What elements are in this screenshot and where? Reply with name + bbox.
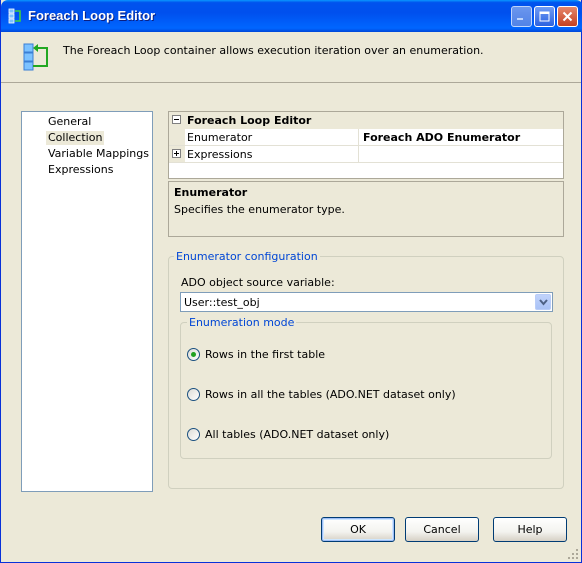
expand-icon[interactable] — [172, 149, 181, 158]
description-text: Specifies the enumerator type. — [174, 203, 345, 216]
chevron-down-icon — [539, 299, 548, 306]
foreach-loop-container-icon — [23, 43, 48, 71]
radio-button[interactable] — [187, 428, 200, 441]
dialog-window: Foreach Loop Editor The Foreach Loop con… — [0, 0, 582, 563]
property-grid: Foreach Loop Editor Enumerator Foreach A… — [168, 111, 564, 179]
maximize-icon — [539, 11, 550, 22]
nav-item-collection[interactable]: Collection — [46, 131, 105, 145]
dialog-description: The Foreach Loop container allows execut… — [63, 44, 484, 57]
grid-category-label: Foreach Loop Editor — [187, 114, 312, 127]
resize-grip-icon[interactable] — [567, 548, 579, 560]
radio-button-checked[interactable] — [187, 348, 200, 361]
minimize-icon — [517, 18, 523, 20]
radio-label: Rows in all the tables (ADO.NET dataset … — [205, 388, 456, 401]
grid-row-enumerator[interactable]: Enumerator Foreach ADO Enumerator — [169, 129, 563, 146]
foreach-loop-icon — [8, 8, 21, 24]
nav-item-variable-mappings[interactable]: Variable Mappings — [46, 147, 151, 161]
nav-item-expressions[interactable]: Expressions — [46, 163, 115, 177]
description-title: Enumerator — [174, 186, 248, 199]
ado-source-label: ADO object source variable: — [181, 276, 335, 289]
maximize-button[interactable] — [534, 6, 555, 27]
ok-button[interactable]: OK — [321, 517, 395, 542]
radio-button[interactable] — [187, 388, 200, 401]
close-icon — [562, 11, 573, 22]
enumerator-configuration-legend: Enumerator configuration — [174, 250, 320, 263]
grid-category-row[interactable]: Foreach Loop Editor — [169, 112, 563, 129]
minimize-button[interactable] — [511, 6, 532, 27]
grid-column-divider — [358, 129, 359, 145]
property-name: Enumerator — [187, 131, 253, 144]
collapse-icon[interactable] — [172, 115, 181, 124]
radio-label: All tables (ADO.NET dataset only) — [205, 428, 390, 441]
page-navigation: General Collection Variable Mappings Exp… — [21, 111, 153, 492]
property-name: Expressions — [187, 148, 253, 161]
radio-label: Rows in the first table — [205, 348, 326, 361]
window-title: Foreach Loop Editor — [28, 8, 156, 23]
title-bar[interactable]: Foreach Loop Editor — [1, 0, 582, 32]
ado-source-variable-select[interactable]: User::test_obj — [180, 292, 553, 312]
grid-row-expressions[interactable]: Expressions — [169, 146, 563, 163]
grid-margin — [169, 129, 185, 145]
header-divider — [1, 82, 581, 83]
enumeration-mode-legend: Enumeration mode — [187, 316, 297, 329]
nav-item-general[interactable]: General — [46, 115, 93, 129]
dialog-header: The Foreach Loop container allows execut… — [1, 32, 581, 84]
help-button[interactable]: Help — [493, 517, 567, 542]
close-button[interactable] — [557, 6, 578, 27]
ado-source-variable-value: User::test_obj — [184, 296, 260, 309]
property-description-panel: Enumerator Specifies the enumerator type… — [168, 181, 564, 237]
property-value[interactable]: Foreach ADO Enumerator — [363, 131, 520, 144]
cancel-button[interactable]: Cancel — [405, 517, 479, 542]
grid-column-divider — [358, 146, 359, 162]
dropdown-button[interactable] — [535, 294, 551, 310]
